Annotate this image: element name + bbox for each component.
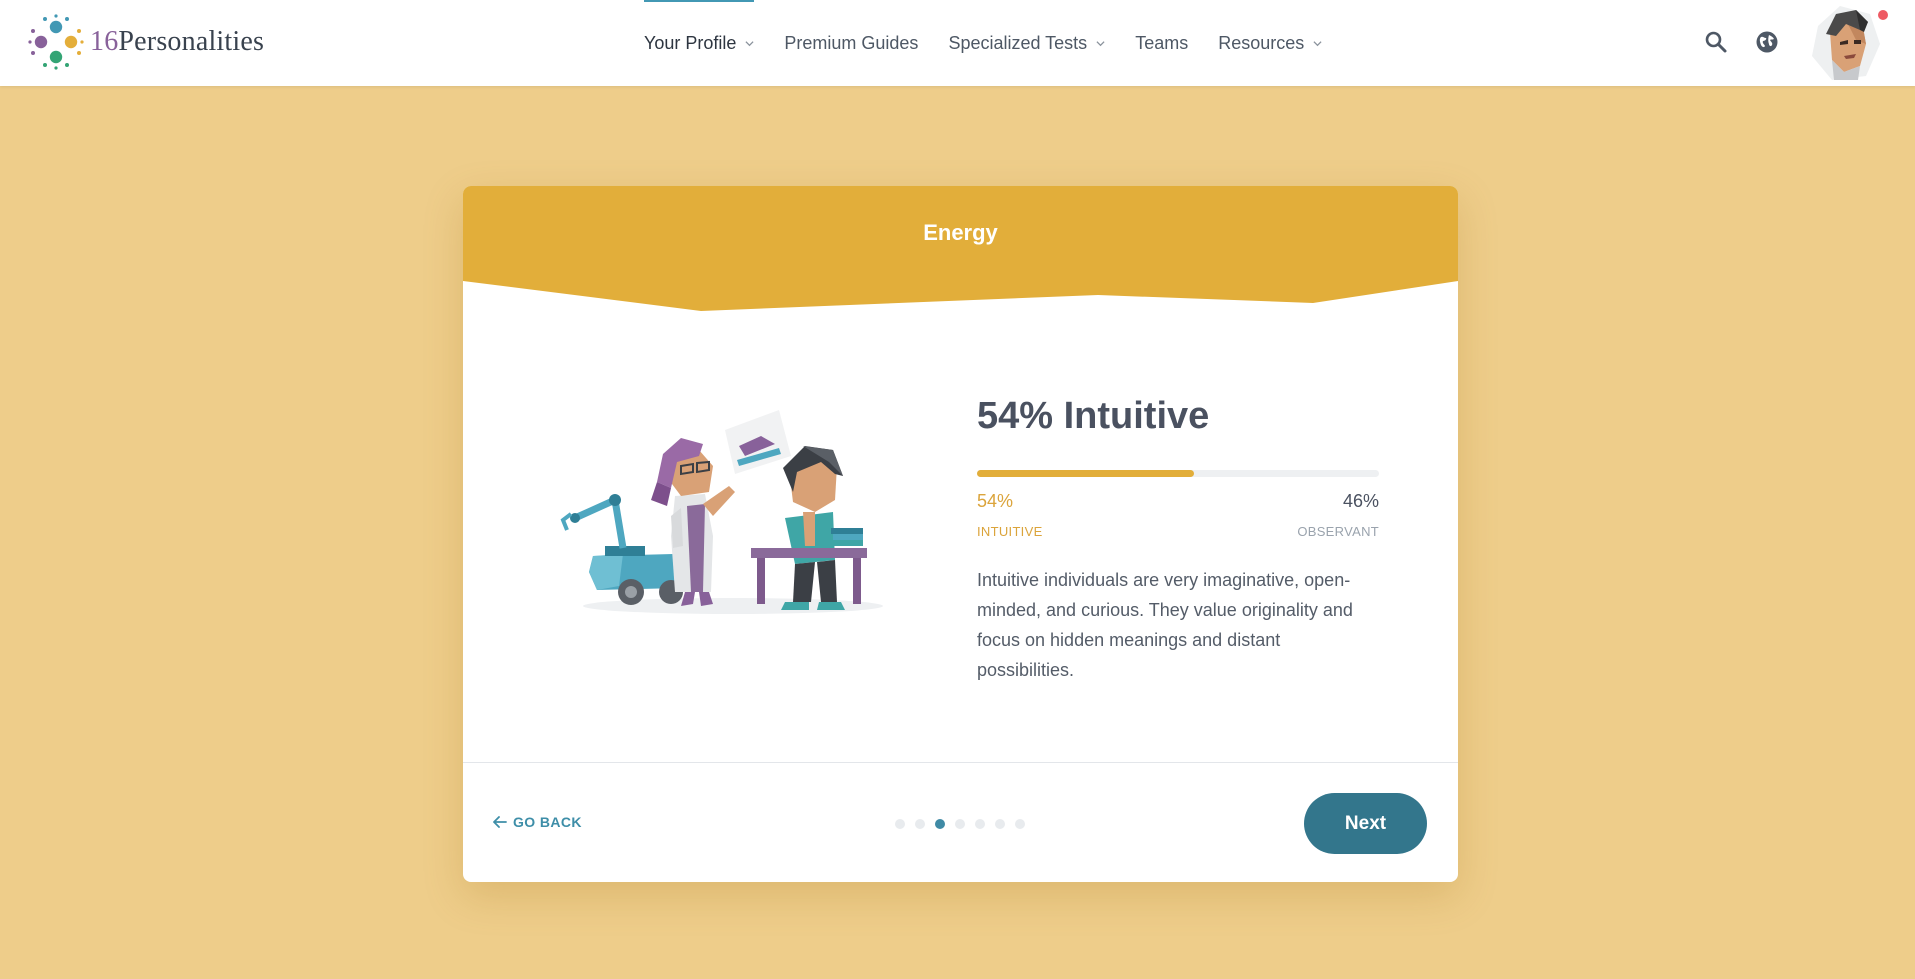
logo-mark-icon xyxy=(28,14,84,70)
result-panel: 54% Intuitive 54% INTUITIVE 46% OBSERVAN… xyxy=(977,395,1379,685)
language-button[interactable] xyxy=(1749,24,1785,60)
nav-teams-label: Teams xyxy=(1135,32,1189,53)
result-heading: 54% Intuitive xyxy=(977,395,1210,437)
chevron-down-icon xyxy=(1313,40,1322,46)
step-dot[interactable] xyxy=(915,819,925,829)
nav-premium-guides[interactable]: Premium Guides xyxy=(784,0,918,86)
nav-specialized-tests[interactable]: Specialized Tests xyxy=(948,0,1105,86)
trait-left: 54% INTUITIVE xyxy=(977,491,1043,539)
trait-scale: 54% INTUITIVE 46% OBSERVANT xyxy=(977,491,1379,539)
nav-premium-guides-label: Premium Guides xyxy=(784,32,919,53)
step-indicator xyxy=(895,819,1035,829)
nav-your-profile[interactable]: Your Profile xyxy=(644,0,755,86)
nav-resources[interactable]: Resources xyxy=(1218,0,1322,86)
card-header: Energy xyxy=(463,186,1458,312)
go-back-label: GO BACK xyxy=(513,814,582,830)
step-dot[interactable] xyxy=(895,819,905,829)
intuitive-label: INTUITIVE xyxy=(977,523,1043,539)
arrow-left-icon xyxy=(493,816,507,828)
next-button[interactable]: Next xyxy=(1304,793,1427,854)
nav-your-profile-label: Your Profile xyxy=(644,32,737,53)
observant-percent: 46% xyxy=(1342,490,1379,511)
logo-name: Personalities xyxy=(118,26,265,57)
trait-right: 46% OBSERVANT xyxy=(1297,491,1379,539)
card-title: Energy xyxy=(923,220,998,245)
avatar[interactable] xyxy=(1806,4,1884,82)
nav-teams[interactable]: Teams xyxy=(1135,0,1188,86)
header-band xyxy=(463,186,1458,311)
search-button[interactable] xyxy=(1698,24,1734,60)
trait-progress-fill xyxy=(977,469,1195,477)
card-divider xyxy=(463,762,1458,763)
intuitive-percent: 54% xyxy=(977,490,1014,511)
main-nav: Your Profile Premium Guides Specialized … xyxy=(644,0,1352,86)
go-back-button[interactable]: GO BACK xyxy=(493,814,582,830)
step-dot[interactable] xyxy=(975,819,985,829)
site-logo[interactable]: 16Personalities xyxy=(28,14,264,70)
notification-badge xyxy=(1876,8,1890,22)
nav-resources-label: Resources xyxy=(1218,32,1305,53)
observant-label: OBSERVANT xyxy=(1297,523,1379,539)
trait-progress-bar xyxy=(977,469,1379,477)
step-dot[interactable] xyxy=(935,819,945,829)
step-dot[interactable] xyxy=(1015,819,1025,829)
logo-number: 16 xyxy=(90,26,119,57)
nav-specialized-tests-label: Specialized Tests xyxy=(948,32,1088,53)
step-dot[interactable] xyxy=(955,819,965,829)
chevron-down-icon xyxy=(745,40,754,46)
step-dot[interactable] xyxy=(995,819,1005,829)
avatar-icon xyxy=(1812,6,1880,80)
result-card: Energy 54% Intuitive 54% INTUITIVE 46% O… xyxy=(463,186,1458,882)
search-icon xyxy=(1705,31,1727,53)
logo-text: 16Personalities xyxy=(90,26,264,58)
globe-icon xyxy=(1756,31,1778,53)
chevron-down-icon xyxy=(1096,40,1105,46)
top-navigation: 16Personalities Your Profile Premium Gui… xyxy=(0,0,1915,86)
result-description: Intuitive individuals are very imaginati… xyxy=(977,569,1353,680)
intuitive-scientists-illustration xyxy=(560,410,883,614)
